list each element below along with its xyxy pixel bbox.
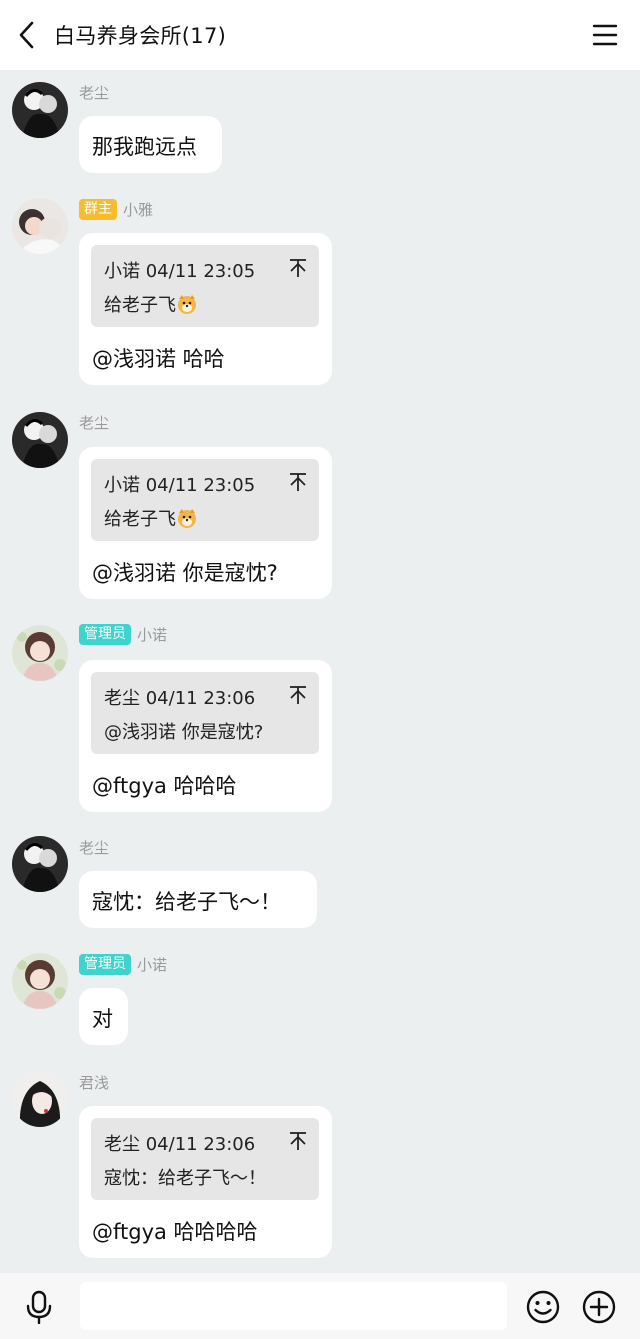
avatar[interactable] — [12, 836, 68, 892]
sender-meta: 管理员 小诺 — [79, 953, 167, 975]
quoted-message[interactable]: 小诺 04/11 23:05 给老子飞 — [91, 459, 319, 541]
jump-to-quote-button[interactable] — [289, 685, 307, 705]
message-text: 对 — [92, 1007, 113, 1031]
back-arrow-icon — [19, 21, 34, 49]
quote-header: 小诺 04/11 23:05 — [104, 475, 256, 496]
sender-name[interactable]: 小诺 — [137, 954, 167, 975]
sender-meta: 老尘 — [79, 81, 109, 103]
message-text: 那我跑远点 — [92, 135, 197, 159]
admin-badge: 管理员 — [79, 623, 131, 645]
quote-header: 老尘 04/11 23:06 — [104, 1134, 256, 1155]
quote-body: 寇忱：给老子飞～！ — [104, 1168, 266, 1189]
avatar[interactable] — [12, 82, 68, 138]
menu-button[interactable] — [592, 22, 618, 48]
jump-to-quote-button[interactable] — [289, 258, 307, 278]
avatar[interactable] — [12, 412, 68, 468]
sender-meta: 君浅 — [79, 1071, 109, 1093]
quote-header: 老尘 04/11 23:06 — [104, 688, 256, 709]
smile-icon — [526, 1290, 560, 1324]
chat-header: 白马养身会所(17) — [0, 0, 640, 70]
plus-circle-icon — [582, 1290, 616, 1324]
sender-name[interactable]: 小诺 — [137, 624, 167, 645]
quote-body: 给老子飞 — [104, 505, 198, 531]
jump-to-top-icon — [290, 1132, 306, 1150]
avatar[interactable] — [12, 1071, 68, 1127]
microphone-icon — [26, 1290, 52, 1325]
message-text: @ftgya 哈哈哈 — [92, 774, 237, 798]
owner-badge: 群主 — [79, 198, 117, 220]
voice-button[interactable] — [24, 1290, 54, 1325]
message-list[interactable]: 老尘 那我跑远点 群主 小雅 小诺 04/11 23:05 给老子飞 @浅羽诺 … — [0, 70, 640, 1273]
sender-meta: 群主 小雅 — [79, 198, 153, 220]
avatar[interactable] — [12, 953, 68, 1009]
quote-body: 给老子飞 — [104, 291, 198, 317]
message-bubble[interactable]: 老尘 04/11 23:06 @浅羽诺 你是寇忱? @ftgya 哈哈哈 — [79, 660, 332, 812]
message-input[interactable] — [80, 1282, 507, 1330]
avatar[interactable] — [12, 625, 68, 681]
message-bubble[interactable]: 那我跑远点 — [79, 116, 222, 173]
message-bubble[interactable]: 小诺 04/11 23:05 给老子飞 @浅羽诺 哈哈 — [79, 233, 332, 385]
message-text: @浅羽诺 你是寇忱? — [92, 561, 278, 585]
quoted-message[interactable]: 老尘 04/11 23:06 寇忱：给老子飞～！ — [91, 1118, 319, 1200]
jump-to-top-icon — [290, 473, 306, 491]
quoted-message[interactable]: 老尘 04/11 23:06 @浅羽诺 你是寇忱? — [91, 672, 319, 754]
quote-body-text: 给老子飞 — [104, 295, 176, 316]
jump-to-quote-button[interactable] — [289, 472, 307, 492]
quote-header: 小诺 04/11 23:05 — [104, 261, 256, 282]
group-title: 白马养身会所(17) — [54, 24, 227, 48]
sender-meta: 老尘 — [79, 411, 109, 433]
sender-name[interactable]: 小雅 — [123, 199, 153, 220]
jump-to-quote-button[interactable] — [289, 1131, 307, 1151]
message-bubble[interactable]: 小诺 04/11 23:05 给老子飞 @浅羽诺 你是寇忱? — [79, 447, 332, 599]
dog-emoji-icon — [178, 509, 196, 528]
sender-meta: 老尘 — [79, 836, 109, 858]
message-text: @浅羽诺 哈哈 — [92, 347, 225, 371]
sender-name[interactable]: 老尘 — [79, 412, 109, 433]
sender-name[interactable]: 君浅 — [79, 1072, 109, 1093]
admin-badge: 管理员 — [79, 953, 131, 975]
quoted-message[interactable]: 小诺 04/11 23:05 给老子飞 — [91, 245, 319, 327]
message-text: @ftgya 哈哈哈哈 — [92, 1220, 258, 1244]
message-text: 寇忱：给老子飞～！ — [92, 890, 281, 914]
avatar[interactable] — [12, 198, 68, 254]
input-bar — [0, 1273, 640, 1339]
quote-body: @浅羽诺 你是寇忱? — [104, 722, 264, 743]
back-button[interactable] — [0, 0, 54, 70]
sender-meta: 管理员 小诺 — [79, 623, 167, 645]
emoji-button[interactable] — [525, 1289, 561, 1325]
plus-button[interactable] — [581, 1289, 617, 1325]
message-bubble[interactable]: 老尘 04/11 23:06 寇忱：给老子飞～！ @ftgya 哈哈哈哈 — [79, 1106, 332, 1258]
jump-to-top-icon — [290, 259, 306, 277]
jump-to-top-icon — [290, 686, 306, 704]
quote-body-text: 给老子飞 — [104, 509, 176, 530]
sender-name[interactable]: 老尘 — [79, 82, 109, 103]
sender-name[interactable]: 老尘 — [79, 837, 109, 858]
message-bubble[interactable]: 对 — [79, 988, 128, 1045]
message-bubble[interactable]: 寇忱：给老子飞～！ — [79, 871, 317, 928]
menu-icon — [592, 24, 618, 46]
dog-emoji-icon — [178, 295, 196, 314]
